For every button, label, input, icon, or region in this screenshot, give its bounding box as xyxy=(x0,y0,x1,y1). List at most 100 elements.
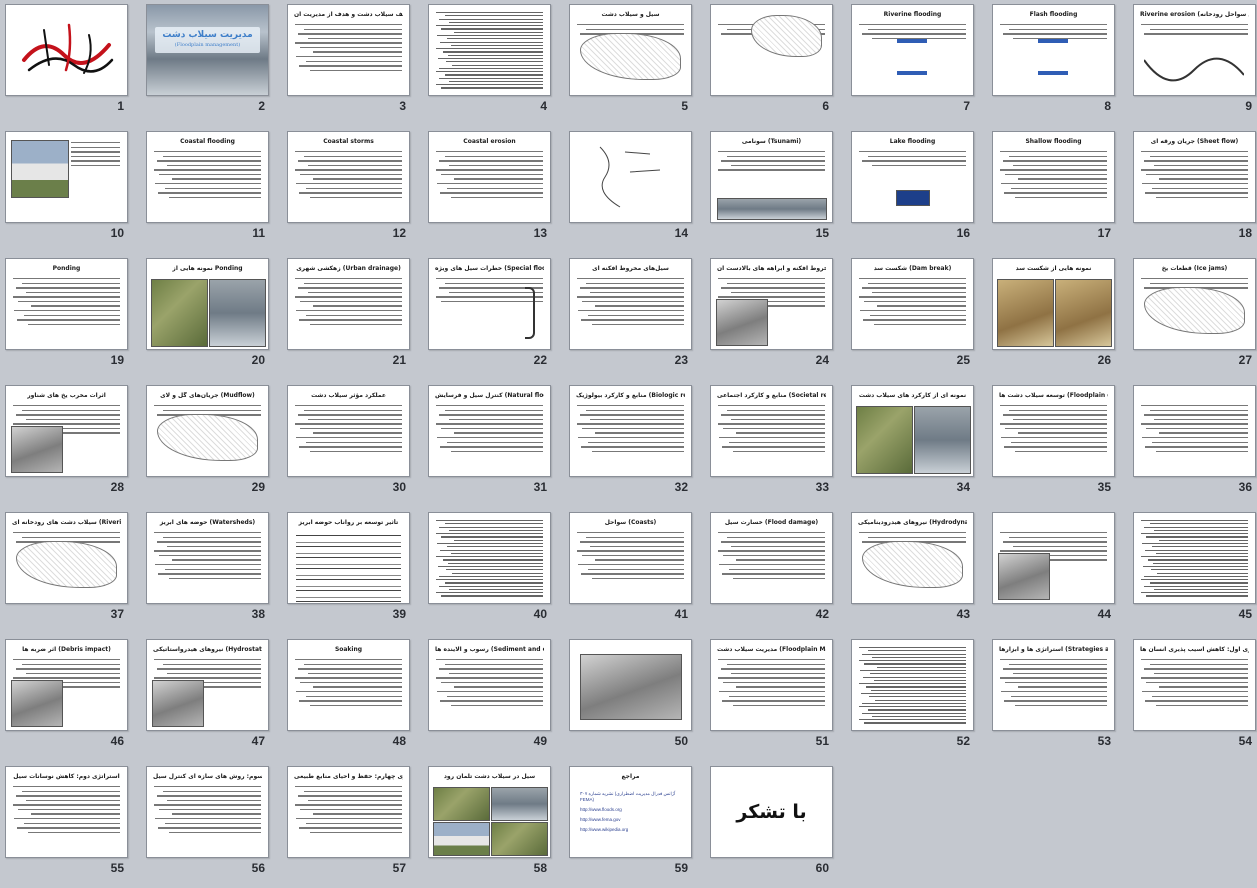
slide-cell-16[interactable]: Lake flooding 16 xyxy=(846,127,987,253)
slide-cell-56[interactable]: استراتژی سوم: روش های سازه ای کنترل سیل 5… xyxy=(141,762,282,888)
slide-cell-58[interactable]: سیل در سیلاب دشت تلمان رود 58 xyxy=(423,762,564,888)
slide-cell-22[interactable]: خطرات سیل های ویژه (Special flood hazard… xyxy=(423,254,564,380)
slide-thumbnail[interactable]: نمونه هایی از شکست سد xyxy=(992,258,1115,350)
slide-thumbnail[interactable]: سیل و سیلاب دشت xyxy=(569,4,692,96)
slide-cell-29[interactable]: جریان‌های گل و لای (Mudflow) 29 xyxy=(141,381,282,507)
slide-thumbnail[interactable]: Shallow flooding xyxy=(992,131,1115,223)
slide-thumbnail[interactable]: Soaking xyxy=(287,639,410,731)
slide-cell-18[interactable]: جریان ورقه ای (Sheet flow) 18 xyxy=(1128,127,1257,253)
slide-cell-30[interactable]: عملکرد مؤثر سیلاب دشت 30 xyxy=(282,381,423,507)
slide-thumbnail[interactable]: Flash flooding xyxy=(992,4,1115,96)
slide-cell-11[interactable]: Coastal flooding 11 xyxy=(141,127,282,253)
slide-thumbnail[interactable]: قطعات یخ (Ice jams) xyxy=(1133,258,1256,350)
slide-cell-21[interactable]: زهکشی شهری (Urban drainage) 21 xyxy=(282,254,423,380)
slide-thumbnail[interactable]: Ponding xyxy=(5,258,128,350)
slide-thumbnail[interactable] xyxy=(5,4,128,96)
slide-cell-57[interactable]: استراتژی چهارم: حفظ و احیای منابع طبیعی 5… xyxy=(282,762,423,888)
slide-cell-12[interactable]: Coastal storms 12 xyxy=(282,127,423,253)
slide-thumbnail[interactable]: اثر ضربه ها (Debris impact) xyxy=(5,639,128,731)
slide-cell-46[interactable]: اثر ضربه ها (Debris impact) 46 xyxy=(0,635,141,761)
slide-thumbnail[interactable]: کنترل سیل و فرسایش (Natural flood and er… xyxy=(428,385,551,477)
slide-thumbnail[interactable]: رسوب و آلاینده ها (Sediment and contamin… xyxy=(428,639,551,731)
slide-thumbnail[interactable]: Riverine flooding xyxy=(851,4,974,96)
slide-cell-7[interactable]: Riverine flooding 7 xyxy=(846,0,987,126)
slide-thumbnail[interactable]: با تشکر xyxy=(710,766,833,858)
slide-cell-48[interactable]: Soaking 48 xyxy=(282,635,423,761)
slide-thumbnail[interactable]: سیلاب دشت های رودخانه ای (Riverine flood… xyxy=(5,512,128,604)
slide-thumbnail[interactable]: جریان ورقه ای (Sheet flow) xyxy=(1133,131,1256,223)
slide-cell-17[interactable]: Shallow flooding 17 xyxy=(987,127,1128,253)
slide-cell-1[interactable]: 1 xyxy=(0,0,141,126)
slide-thumbnail[interactable] xyxy=(710,4,833,96)
slide-thumbnail[interactable] xyxy=(428,512,551,604)
slide-cell-4[interactable]: 4 xyxy=(423,0,564,126)
slide-cell-47[interactable]: نیروهای هیدرواستاتیکی (Hydrostatic force… xyxy=(141,635,282,761)
slide-cell-37[interactable]: سیلاب دشت های رودخانه ای (Riverine flood… xyxy=(0,508,141,634)
slide-thumbnail[interactable] xyxy=(428,4,551,96)
slide-cell-8[interactable]: Flash flooding 8 xyxy=(987,0,1128,126)
slide-thumbnail[interactable]: Lake flooding xyxy=(851,131,974,223)
slide-cell-41[interactable]: سواحل (Coasts) 41 xyxy=(564,508,705,634)
slide-thumbnail[interactable] xyxy=(851,639,974,731)
slide-thumbnail[interactable]: مدیریت سیلاب دشت (Floodplain Management) xyxy=(710,639,833,731)
slide-thumbnail[interactable]: Coastal erosion xyxy=(428,131,551,223)
slide-thumbnail[interactable] xyxy=(992,512,1115,604)
slide-cell-54[interactable]: استراتژی اول: کاهش آسیب پذیری انسان ها 54 xyxy=(1128,635,1257,761)
slide-cell-6[interactable]: 6 xyxy=(705,0,846,126)
slide-cell-14[interactable]: 14 xyxy=(564,127,705,253)
slide-thumbnail[interactable]: شکست سد (Dam break) xyxy=(851,258,974,350)
slide-thumbnail[interactable]: سیل‌های مخروط افکنه ای xyxy=(569,258,692,350)
slide-cell-13[interactable]: Coastal erosion 13 xyxy=(423,127,564,253)
slide-thumbnail[interactable]: خطرات سیل های ویژه (Special flood hazard… xyxy=(428,258,551,350)
slide-thumbnail[interactable]: نمایی از مخروط افکنه و آبراهه های بالادس… xyxy=(710,258,833,350)
slide-thumbnail[interactable]: تأثیر توسعه بر رواناب حوضه آبریز xyxy=(287,512,410,604)
slide-thumbnail[interactable]: استراتژی دوم: کاهش نوسانات سیل xyxy=(5,766,128,858)
slide-cell-19[interactable]: Ponding 19 xyxy=(0,254,141,380)
slide-thumbnail[interactable]: منابع و کارکرد بیولوژیک (Biologic resour… xyxy=(569,385,692,477)
slide-thumbnail[interactable]: سیل در سیلاب دشت تلمان رود xyxy=(428,766,551,858)
slide-thumbnail[interactable]: عملکرد مؤثر سیلاب دشت xyxy=(287,385,410,477)
slide-cell-59[interactable]: مراجع نشریه شماره ۳۰۷ (آژانس فدرال مدیریت… xyxy=(564,762,705,888)
slide-thumbnail[interactable] xyxy=(5,131,128,223)
slide-cell-34[interactable]: نمونه ای از کارکرد های سیلاب دشت 34 xyxy=(846,381,987,507)
slide-thumbnail[interactable] xyxy=(569,131,692,223)
slide-cell-39[interactable]: تأثیر توسعه بر رواناب حوضه آبریز 39 xyxy=(282,508,423,634)
slide-thumbnail[interactable]: نمونه ای از کارکرد های سیلاب دشت xyxy=(851,385,974,477)
slide-cell-15[interactable]: سونامی (Tsunami) 15 xyxy=(705,127,846,253)
slide-cell-33[interactable]: منابع و کارکرد اجتماعی (Societal resourc… xyxy=(705,381,846,507)
slide-cell-10[interactable]: 10 xyxy=(0,127,141,253)
slide-thumbnail[interactable]: سونامی (Tsunami) xyxy=(710,131,833,223)
slide-thumbnail[interactable]: Riverine erosion (فرسایش سواحل رودخانه) xyxy=(1133,4,1256,96)
slide-thumbnail[interactable]: مدیریت سیلاب دشت (Floodplain management) xyxy=(146,4,269,96)
slide-cell-45[interactable]: 45 xyxy=(1128,508,1257,634)
slide-thumbnail[interactable]: نیروهای هیدرودینامیکی (Hydrodynamic forc… xyxy=(851,512,974,604)
slide-cell-26[interactable]: نمونه هایی از شکست سد 26 xyxy=(987,254,1128,380)
slide-cell-32[interactable]: منابع و کارکرد بیولوژیک (Biologic resour… xyxy=(564,381,705,507)
slide-cell-9[interactable]: Riverine erosion (فرسایش سواحل رودخانه) 9 xyxy=(1128,0,1257,126)
slide-thumbnail[interactable]: استراتژی سوم: روش های سازه ای کنترل سیل xyxy=(146,766,269,858)
slide-thumbnail[interactable]: توسعه سیلاب دشت ها (Floodplain developme… xyxy=(992,385,1115,477)
slide-thumbnail[interactable]: مراجع نشریه شماره ۳۰۷ (آژانس فدرال مدیریت… xyxy=(569,766,692,858)
slide-cell-50[interactable]: 50 xyxy=(564,635,705,761)
slide-cell-42[interactable]: خسارت سیل (Flood damage) 42 xyxy=(705,508,846,634)
slide-thumbnail[interactable]: Coastal flooding xyxy=(146,131,269,223)
slide-cell-27[interactable]: قطعات یخ (Ice jams) 27 xyxy=(1128,254,1257,380)
slide-thumbnail[interactable]: استراتژی اول: کاهش آسیب پذیری انسان ها xyxy=(1133,639,1256,731)
slide-cell-2[interactable]: مدیریت سیلاب دشت (Floodplain management) 2 xyxy=(141,0,282,126)
slide-cell-23[interactable]: سیل‌های مخروط افکنه ای 23 xyxy=(564,254,705,380)
slide-cell-38[interactable]: حوضه های آبریز (Watersheds) 38 xyxy=(141,508,282,634)
slide-cell-53[interactable]: استراتژی ها و ابزارها (Strategies and to… xyxy=(987,635,1128,761)
slide-cell-43[interactable]: نیروهای هیدرودینامیکی (Hydrodynamic forc… xyxy=(846,508,987,634)
slide-cell-60[interactable]: با تشکر 60 xyxy=(705,762,846,888)
slide-cell-51[interactable]: مدیریت سیلاب دشت (Floodplain Management)… xyxy=(705,635,846,761)
slide-thumbnail[interactable]: تعریف سیلاب دشت و هدف از مدیریت آن xyxy=(287,4,410,96)
slide-thumbnail[interactable]: خسارت سیل (Flood damage) xyxy=(710,512,833,604)
slide-cell-5[interactable]: سیل و سیلاب دشت 5 xyxy=(564,0,705,126)
slide-cell-40[interactable]: 40 xyxy=(423,508,564,634)
slide-thumbnail[interactable]: اثرات مخرب یخ های شناور xyxy=(5,385,128,477)
slide-cell-3[interactable]: تعریف سیلاب دشت و هدف از مدیریت آن 3 xyxy=(282,0,423,126)
slide-cell-24[interactable]: نمایی از مخروط افکنه و آبراهه های بالادس… xyxy=(705,254,846,380)
slide-thumbnail[interactable]: استراتژی چهارم: حفظ و احیای منابع طبیعی xyxy=(287,766,410,858)
slide-thumbnail[interactable] xyxy=(1133,385,1256,477)
slide-thumbnail[interactable]: حوضه های آبریز (Watersheds) xyxy=(146,512,269,604)
